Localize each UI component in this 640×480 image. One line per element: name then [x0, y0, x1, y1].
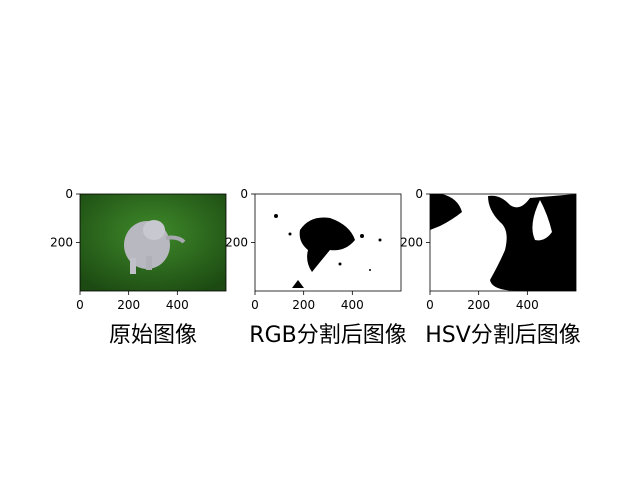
y-tick-label: 0: [65, 187, 73, 201]
rgb-mask-image: [255, 194, 401, 291]
y-tick-label: 200: [225, 236, 248, 250]
x-tick-label: 200: [117, 298, 140, 312]
y-tick-label: 0: [240, 187, 248, 201]
x-tick-label: 0: [251, 298, 259, 312]
hsv-mask-image: [430, 194, 576, 291]
x-tick-label: 200: [292, 298, 315, 312]
y-tick-label: 0: [415, 187, 423, 201]
figure: 0 200 400 0 200 原始图像 0 200 400 0 200 RGB分割后图像 0 200 40…: [50, 187, 581, 348]
x-tick-label: 0: [76, 298, 84, 312]
x-tick-label: 400: [166, 298, 189, 312]
subplot-title: RGB分割后图像: [249, 323, 406, 348]
x-tick-label: 200: [467, 298, 490, 312]
x-tick-label: 0: [426, 298, 434, 312]
y-tick-label: 200: [50, 236, 73, 250]
subplot-title: HSV分割后图像: [425, 323, 581, 348]
y-tick-label: 200: [400, 236, 423, 250]
subplot-title: 原始图像: [109, 323, 197, 348]
x-tick-label: 400: [341, 298, 364, 312]
x-tick-label: 400: [516, 298, 539, 312]
original-image: [80, 194, 226, 291]
